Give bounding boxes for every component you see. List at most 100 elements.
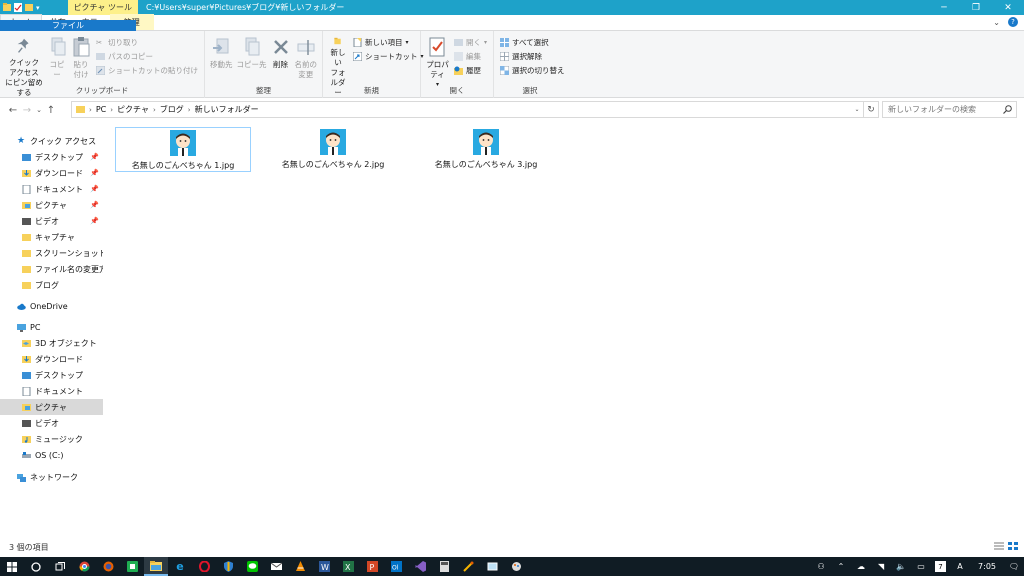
history-button[interactable]: 履歴: [453, 64, 487, 76]
refresh-button[interactable]: ↻: [864, 101, 879, 118]
task-view-button[interactable]: [48, 557, 72, 576]
nav-network[interactable]: ネットワーク: [0, 469, 103, 485]
taskbar-app[interactable]: W: [312, 557, 336, 576]
delete-x-icon: [273, 40, 288, 54]
folder-icon: [22, 233, 31, 241]
customize-qat-icon[interactable]: ▾: [36, 4, 40, 12]
nav-item-rename-howto[interactable]: ファイル名の変更方法: [0, 261, 103, 277]
taskbar-app[interactable]: [432, 557, 456, 576]
ribbon-expand-icon[interactable]: ⌄: [993, 18, 1000, 27]
nav-item-pc-videos[interactable]: ビデオ: [0, 415, 103, 431]
nav-item-screenshots[interactable]: スクリーンショット: [0, 245, 103, 261]
crumb-blog[interactable]: ブログ: [160, 104, 184, 115]
search-button[interactable]: [24, 557, 48, 576]
crumb-pictures[interactable]: ピクチャ: [117, 104, 149, 115]
maximize-button[interactable]: ❐: [960, 0, 992, 15]
large-icons-view-icon[interactable]: [1008, 542, 1018, 550]
windows-logo-icon: [7, 561, 17, 572]
taskbar-app[interactable]: [408, 557, 432, 576]
battery-icon[interactable]: ▭: [911, 557, 931, 576]
taskbar-app[interactable]: [264, 557, 288, 576]
download-folder-icon: [22, 355, 31, 363]
address-dropdown-icon[interactable]: ⌄: [851, 106, 863, 113]
recent-locations-button[interactable]: ⌄: [34, 106, 44, 114]
taskbar-app[interactable]: [72, 557, 96, 576]
pin-icon[interactable]: 📌: [90, 169, 99, 177]
volume-icon[interactable]: 🔈: [891, 557, 911, 576]
forward-button[interactable]: →: [20, 105, 34, 116]
taskbar-app-explorer[interactable]: [144, 557, 168, 576]
nav-item-downloads[interactable]: ダウンロード 📌: [0, 165, 103, 181]
taskbar-app[interactable]: [216, 557, 240, 576]
nav-item-os-drive[interactable]: OS (C:): [0, 447, 103, 463]
search-input[interactable]: 新しいフォルダーの検索: [882, 101, 1017, 118]
clock[interactable]: 7:05: [970, 562, 1004, 571]
nav-quick-access[interactable]: ★ クイック アクセス: [0, 133, 103, 149]
close-button[interactable]: ✕: [992, 0, 1024, 15]
crumb-pc[interactable]: PC: [96, 105, 106, 114]
input-mode-icon[interactable]: A: [950, 557, 970, 576]
paste-shortcut-button[interactable]: ショートカットの貼り付け: [96, 64, 198, 76]
people-icon[interactable]: ⚇: [811, 557, 831, 576]
invert-selection-icon: [500, 65, 509, 75]
back-button[interactable]: ←: [6, 105, 20, 116]
show-hidden-icons-icon[interactable]: ⌃: [831, 557, 851, 576]
address-box[interactable]: › PC › ピクチャ › ブログ › 新しいフォルダー ⌄: [71, 101, 864, 118]
action-center-icon[interactable]: 🗨: [1004, 557, 1024, 576]
star-icon: ★: [17, 135, 26, 146]
pin-icon[interactable]: 📌: [90, 201, 99, 209]
taskbar-app[interactable]: [96, 557, 120, 576]
new-folder-icon[interactable]: [25, 3, 33, 12]
network-tray-icon[interactable]: ◥: [871, 557, 891, 576]
nav-item-capture[interactable]: キャプチャ: [0, 229, 103, 245]
open-button[interactable]: 開く ▾: [453, 36, 487, 48]
select-all-button[interactable]: すべて選択: [500, 36, 565, 48]
edit-button[interactable]: 編集: [453, 50, 487, 62]
nav-item-pictures[interactable]: ピクチャ 📌: [0, 197, 103, 213]
ime-icon[interactable]: 7: [935, 561, 947, 572]
taskbar-app[interactable]: [504, 557, 528, 576]
nav-onedrive[interactable]: OneDrive: [0, 298, 103, 314]
taskbar-app[interactable]: [240, 557, 264, 576]
file-item[interactable]: 名無しのごんべちゃん 1.jpg: [115, 127, 251, 172]
taskbar-app[interactable]: e: [168, 557, 192, 576]
details-view-icon[interactable]: [994, 542, 1004, 550]
taskbar-app[interactable]: [456, 557, 480, 576]
nav-item-blog[interactable]: ブログ: [0, 277, 103, 293]
crumb-new-folder[interactable]: 新しいフォルダー: [195, 104, 259, 115]
taskbar-app[interactable]: [480, 557, 504, 576]
nav-item-pc-pictures[interactable]: ピクチャ: [0, 399, 103, 415]
file-item[interactable]: 名無しのごんべちゃん 2.jpg: [265, 127, 401, 172]
nav-item-pc-music[interactable]: ミュージック: [0, 431, 103, 447]
nav-item-desktop[interactable]: デスクトップ 📌: [0, 149, 103, 165]
nav-pc[interactable]: PC: [0, 319, 103, 335]
taskbar-app[interactable]: X: [336, 557, 360, 576]
taskbar-app[interactable]: Ol: [384, 557, 408, 576]
properties-icon[interactable]: [14, 3, 22, 12]
taskbar-app[interactable]: P: [360, 557, 384, 576]
taskbar-app[interactable]: [192, 557, 216, 576]
nav-item-3d-objects[interactable]: 3D オブジェクト: [0, 335, 103, 351]
pin-icon[interactable]: 📌: [90, 217, 99, 225]
minimize-button[interactable]: ─: [928, 0, 960, 15]
copy-path-button[interactable]: パスのコピー: [96, 50, 198, 62]
help-icon[interactable]: ?: [1008, 17, 1018, 27]
pin-icon[interactable]: 📌: [90, 185, 99, 193]
file-item[interactable]: 名無しのごんべちゃん 3.jpg: [418, 127, 554, 172]
up-button[interactable]: ↑: [44, 105, 58, 116]
select-none-button[interactable]: 選択解除: [500, 50, 565, 62]
nav-item-videos[interactable]: ビデオ 📌: [0, 213, 103, 229]
nav-item-pc-documents[interactable]: ドキュメント: [0, 383, 103, 399]
nav-item-documents[interactable]: ドキュメント 📌: [0, 181, 103, 197]
start-button[interactable]: [0, 557, 24, 576]
taskbar-app[interactable]: [288, 557, 312, 576]
new-item-button[interactable]: 新しい項目 ▾: [353, 36, 424, 48]
pin-icon[interactable]: 📌: [90, 153, 99, 161]
onedrive-tray-icon[interactable]: ☁: [851, 557, 871, 576]
cut-button[interactable]: ✂ 切り取り: [96, 36, 198, 48]
nav-item-pc-downloads[interactable]: ダウンロード: [0, 351, 103, 367]
taskbar-app[interactable]: [120, 557, 144, 576]
easy-access-button[interactable]: ショートカット ▾: [353, 50, 424, 62]
invert-selection-button[interactable]: 選択の切り替え: [500, 64, 565, 76]
nav-item-pc-desktop[interactable]: デスクトップ: [0, 367, 103, 383]
